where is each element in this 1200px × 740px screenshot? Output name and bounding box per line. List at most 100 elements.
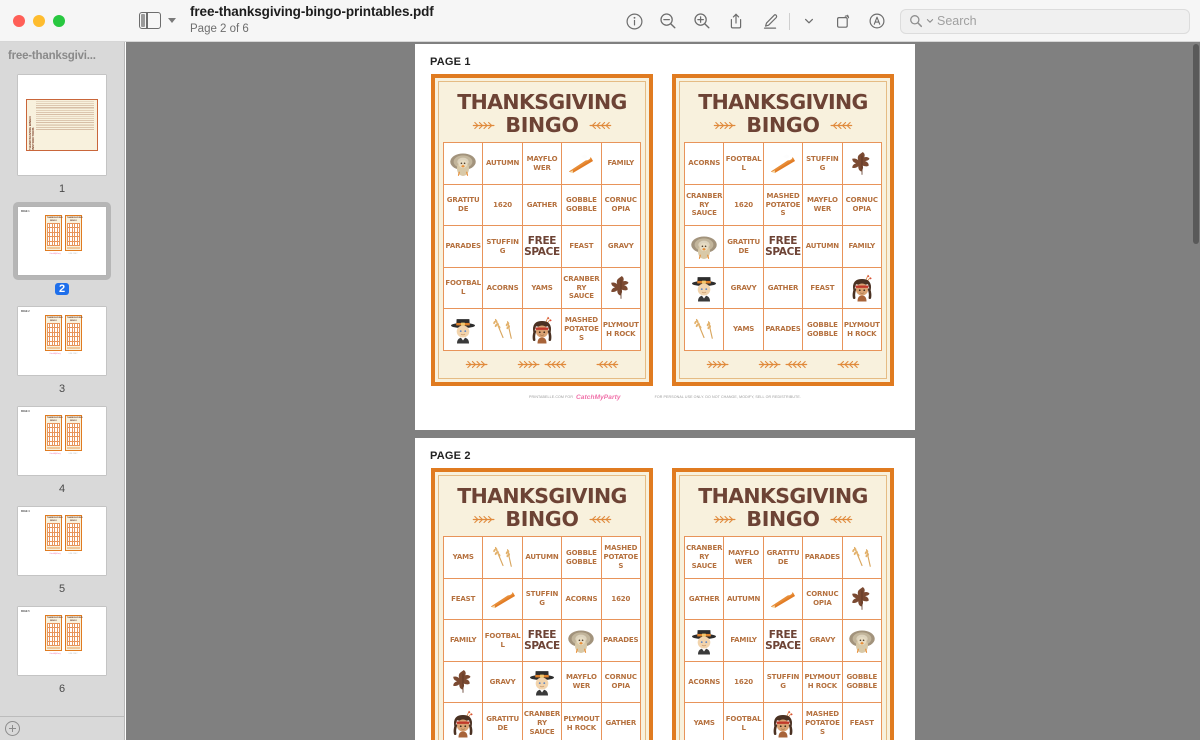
bingo-cell[interactable]: 1620 <box>483 184 523 227</box>
bingo-cell[interactable]: GRATITUDE <box>724 226 764 268</box>
bingo-cell[interactable] <box>842 143 882 185</box>
bingo-cell[interactable] <box>483 578 523 621</box>
bingo-cell[interactable]: AUTUMN <box>724 578 764 621</box>
bingo-cell[interactable]: 1620 <box>724 661 764 704</box>
bingo-cell[interactable]: FOOTBALL <box>483 620 523 662</box>
bingo-cell-free-space[interactable]: FREE SPACE <box>763 620 804 662</box>
thumbnail-preview[interactable]: PAGE 1 THANKSGIVING BINGO THANKSGIVING BIN… <box>18 207 106 275</box>
bingo-cell[interactable]: GRAVY <box>803 620 843 662</box>
bingo-cell[interactable] <box>522 309 563 351</box>
minimize-window-button[interactable] <box>33 14 45 27</box>
bingo-cell[interactable] <box>842 537 882 579</box>
bingo-cell[interactable]: PARADES <box>601 620 641 662</box>
bingo-cell[interactable]: AUTUMN <box>803 226 843 268</box>
bingo-cell[interactable] <box>685 226 725 268</box>
bingo-cell[interactable]: PARADES <box>763 309 804 351</box>
bingo-cell[interactable]: GRAVY <box>483 661 523 704</box>
bingo-cell[interactable]: STUFFING <box>763 661 804 704</box>
bingo-cell[interactable]: YAMS <box>724 309 764 351</box>
pdf-page-viewer[interactable]: PAGE 1 THANKSGIVING BINGO AUTUMN MAYFLOW… <box>126 42 1200 740</box>
bingo-cell[interactable]: FOOTBALL <box>724 703 764 740</box>
bingo-cell[interactable]: GATHER <box>522 184 563 227</box>
bingo-cell[interactable] <box>685 309 725 351</box>
zoom-in-button[interactable] <box>685 6 719 36</box>
thumbnail-frame[interactable]: PAGE 2 THANKSGIVING BINGO THANKSGIVING BIN… <box>13 302 111 380</box>
pdf-page[interactable]: PAGE 2 THANKSGIVING BINGO YAMS AUTUMN GO… <box>415 438 915 740</box>
close-window-button[interactable] <box>13 14 25 27</box>
sidebar-toggle-group[interactable] <box>125 12 176 29</box>
bingo-cell[interactable]: GRAVY <box>601 226 641 268</box>
thumbnail-preview[interactable]: PAGE 2 THANKSGIVING BINGO THANKSGIVING BIN… <box>18 307 106 375</box>
bingo-cell-free-space[interactable]: FREE SPACE <box>522 226 563 268</box>
bingo-cell[interactable]: GATHER <box>685 578 725 621</box>
bingo-cell[interactable]: ACORNS <box>483 267 523 310</box>
thumbnail-list[interactable]: THANKSGIVING BINGO INSTRUCTIONS 1 PAGE 1… <box>0 68 124 695</box>
bingo-cell[interactable] <box>562 620 602 662</box>
bingo-cell[interactable]: FAMILY <box>601 143 641 185</box>
sidebar-toggle-icon[interactable] <box>139 12 161 29</box>
markup-pen-button[interactable] <box>753 6 787 36</box>
maximize-window-button[interactable] <box>53 14 65 27</box>
vertical-scrollbar[interactable] <box>1193 44 1199 244</box>
bingo-cell[interactable]: AUTUMN <box>483 143 523 185</box>
bingo-cell[interactable]: GRAVY <box>724 267 764 310</box>
bingo-cell[interactable]: CORNUCOPIA <box>803 578 843 621</box>
bingo-cell[interactable]: CORNUCOPIA <box>601 184 641 227</box>
bingo-cell[interactable]: STUFFING <box>803 143 843 185</box>
bingo-card[interactable]: THANKSGIVING BINGO <box>431 468 653 740</box>
bingo-cell[interactable]: GATHER <box>602 703 641 740</box>
bingo-cell[interactable]: PLYMOUTH ROCK <box>803 661 843 704</box>
bingo-cell[interactable] <box>842 578 882 621</box>
bingo-cell[interactable]: CORNUCOPIA <box>842 184 882 227</box>
bingo-cell[interactable]: 1620 <box>601 578 641 621</box>
thumbnail-frame[interactable]: PAGE 1 THANKSGIVING BINGO THANKSGIVING BIN… <box>13 202 111 280</box>
search-field[interactable]: Search <box>900 8 1190 34</box>
bingo-cell[interactable]: 1620 <box>724 184 764 227</box>
bingo-cell[interactable]: FEAST <box>562 226 602 268</box>
thumbnail-preview[interactable]: PAGE 5 THANKSGIVING BINGO THANKSGIVING BIN… <box>18 607 106 675</box>
bingo-cell[interactable]: MAYFLOWER <box>724 537 764 579</box>
bingo-cell[interactable] <box>444 309 484 351</box>
bingo-cell[interactable]: CRANBERRY SAUCE <box>685 537 725 579</box>
bingo-cell[interactable] <box>842 267 882 310</box>
bingo-card[interactable]: THANKSGIVING BINGO <box>672 74 894 386</box>
thumbnail-item[interactable]: PAGE 3 THANKSGIVING BINGO THANKSGIVING BIN… <box>0 402 124 495</box>
bingo-cell[interactable]: GOBBLE GOBBLE <box>803 309 843 351</box>
bingo-cell[interactable]: GOBBLE GOBBLE <box>842 661 882 704</box>
thumbnail-item[interactable]: PAGE 2 THANKSGIVING BINGO THANKSGIVING BIN… <box>0 302 124 395</box>
rotate-button[interactable] <box>826 6 860 36</box>
bingo-cell-free-space[interactable]: FREE SPACE <box>763 226 804 268</box>
bingo-cell[interactable] <box>483 309 523 351</box>
bingo-cell[interactable]: CRANBERRY SAUCE <box>523 703 563 740</box>
bingo-cell[interactable]: YAMS <box>444 537 484 579</box>
bingo-cell[interactable] <box>685 267 725 310</box>
bingo-cell[interactable]: GOBBLE GOBBLE <box>562 537 602 579</box>
bingo-cell[interactable]: FAMILY <box>444 620 484 662</box>
bingo-cell[interactable]: CRANBERRY SAUCE <box>685 184 725 227</box>
bingo-cell[interactable]: PARADES <box>803 537 843 579</box>
bingo-cell[interactable]: GRATITUDE <box>763 537 804 579</box>
bingo-cell[interactable]: GRATITUDE <box>483 703 523 740</box>
bingo-cell[interactable]: STUFFING <box>483 226 523 268</box>
thumbnail-preview[interactable]: THANKSGIVING BINGO INSTRUCTIONS <box>18 75 106 175</box>
thumbnail-frame[interactable]: PAGE 5 THANKSGIVING BINGO THANKSGIVING BIN… <box>13 602 111 680</box>
bingo-cell[interactable]: CRANBERRY SAUCE <box>562 267 602 310</box>
thumbnail-frame[interactable]: PAGE 4 THANKSGIVING BINGO THANKSGIVING BIN… <box>13 502 111 580</box>
bingo-cell[interactable] <box>522 661 563 704</box>
bingo-cell[interactable]: FEAST <box>803 267 843 310</box>
bingo-cell[interactable]: ACORNS <box>562 578 602 621</box>
bingo-card[interactable]: THANKSGIVING BINGO <box>431 74 653 386</box>
thumbnail-item[interactable]: PAGE 4 THANKSGIVING BINGO THANKSGIVING BIN… <box>0 502 124 595</box>
bingo-cell[interactable]: FAMILY <box>842 226 882 268</box>
bingo-cell[interactable] <box>685 620 725 662</box>
bingo-cell[interactable] <box>444 703 484 740</box>
bingo-cell[interactable]: MAYFLOWER <box>562 661 602 704</box>
chevron-down-icon[interactable] <box>168 18 176 23</box>
bingo-cell[interactable] <box>764 703 804 740</box>
bingo-cell[interactable]: PLYMOUTH ROCK <box>562 703 602 740</box>
bingo-cell[interactable]: MASHED POTATOES <box>562 309 602 351</box>
bingo-cell[interactable]: YAMS <box>685 703 725 740</box>
bingo-cell[interactable]: FOOTBALL <box>724 143 764 185</box>
bingo-cell[interactable]: CORNUCOPIA <box>601 661 641 704</box>
bingo-cell[interactable]: MAYFLOWER <box>522 143 563 185</box>
